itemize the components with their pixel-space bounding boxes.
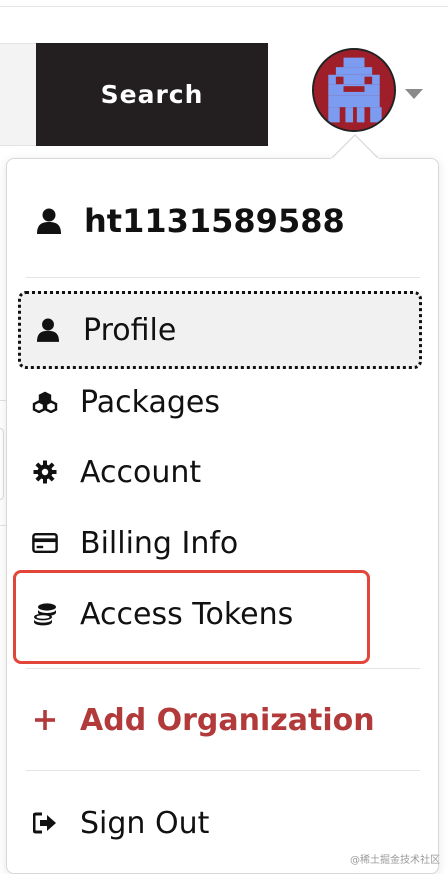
- watermark: @稀土掘金技术社区: [350, 855, 440, 866]
- menu-divider: [26, 277, 420, 278]
- search-input[interactable]: [0, 43, 36, 146]
- username-label: ht1131589588: [84, 202, 345, 240]
- menu-item-profile[interactable]: Profile: [18, 291, 422, 369]
- menu-item-sign-out[interactable]: Sign Out: [18, 789, 422, 857]
- cubes-icon: [32, 389, 58, 415]
- pixel-avatar-icon: [314, 50, 394, 130]
- menu-item-label: Add Organization: [80, 702, 375, 738]
- search-button[interactable]: Search: [36, 43, 268, 146]
- menu-item-add-organization[interactable]: Add Organization: [18, 686, 422, 754]
- menu-divider: [26, 668, 420, 669]
- annotation-highlight: [13, 570, 370, 664]
- menu-username: ht1131589588: [36, 195, 345, 247]
- menu-item-packages[interactable]: Packages: [18, 368, 422, 436]
- menu-item-label: Account: [80, 454, 202, 490]
- credit-card-icon: [32, 530, 58, 556]
- plus-icon: [32, 707, 58, 733]
- sign-out-icon: [32, 810, 58, 836]
- menu-divider: [26, 770, 420, 771]
- menu-item-label: Profile: [83, 312, 177, 348]
- user-avatar[interactable]: [312, 48, 396, 132]
- menu-item-account[interactable]: Account: [18, 438, 422, 506]
- user-icon: [35, 317, 61, 343]
- background-card-edge: [0, 428, 4, 500]
- chevron-down-icon[interactable]: [404, 88, 424, 100]
- header-divider: [0, 6, 448, 7]
- menu-item-label: Billing Info: [80, 525, 239, 561]
- user-icon: [36, 208, 62, 234]
- menu-item-label: Packages: [80, 384, 220, 420]
- gear-icon: [32, 459, 58, 485]
- menu-item-billing-info[interactable]: Billing Info: [18, 509, 422, 577]
- menu-item-label: Sign Out: [80, 805, 210, 841]
- dropdown-pointer: [331, 134, 379, 159]
- npm-page: Search ht1131589588 Profile Packages Acc…: [0, 0, 448, 874]
